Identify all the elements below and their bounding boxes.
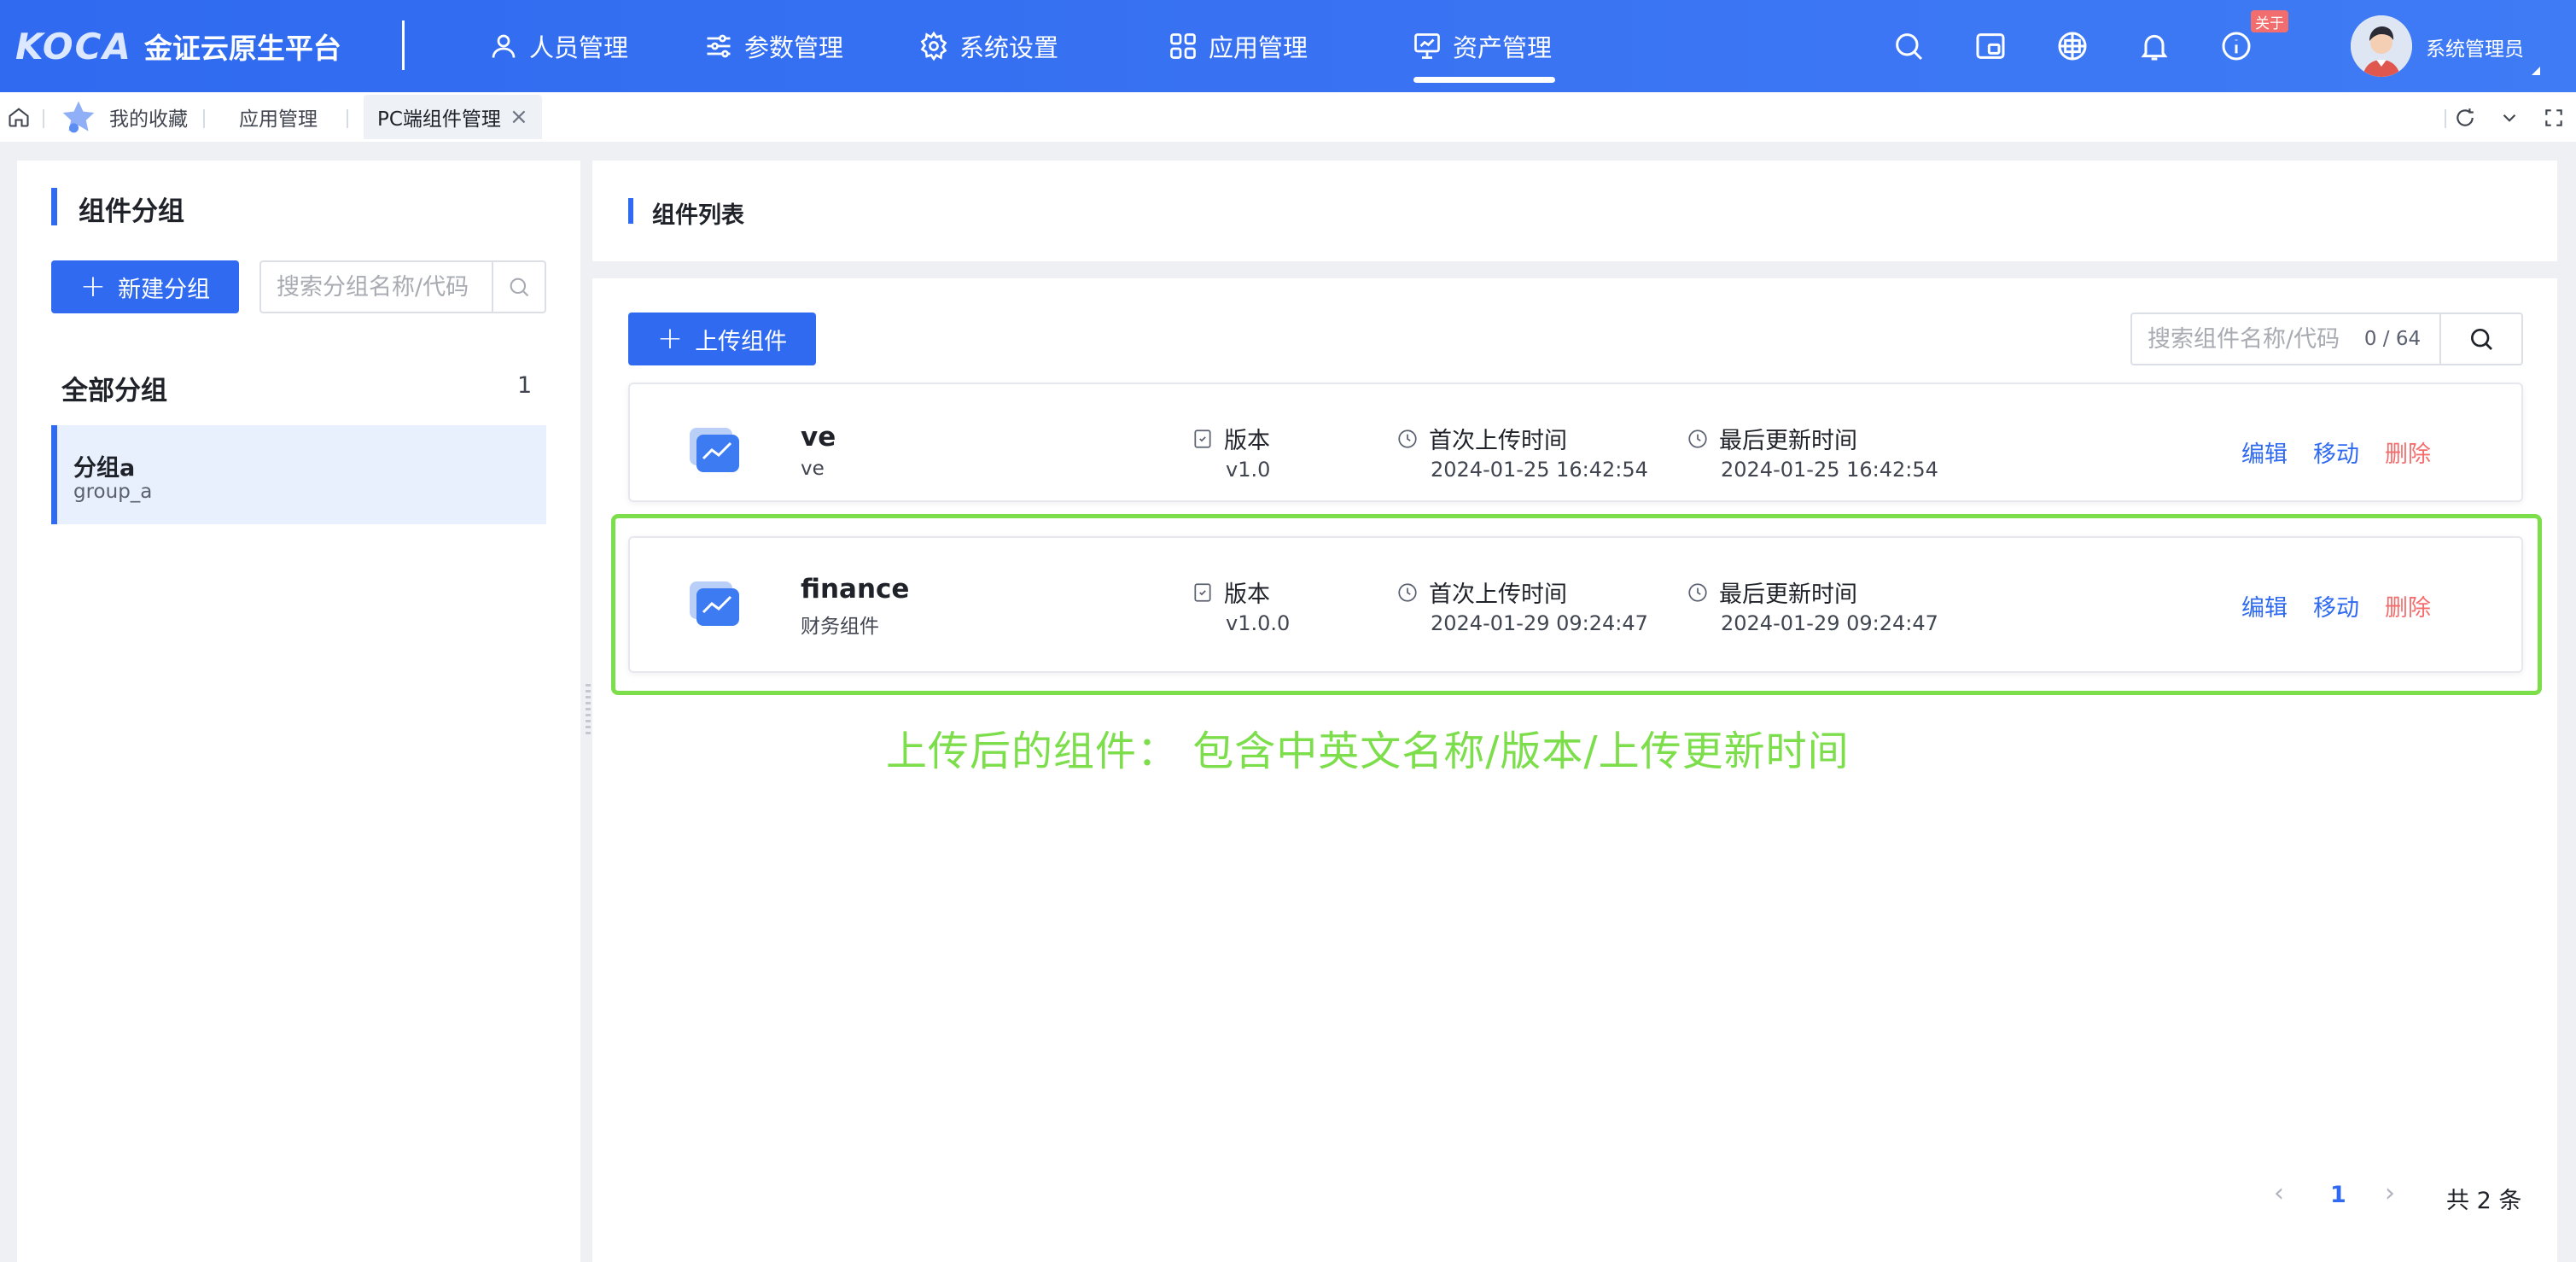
logo-mark: KOCA [15,25,132,67]
prev-page-icon[interactable]: ‹ [2274,1178,2284,1208]
upload-component-button[interactable]: + 上传组件 [628,313,816,365]
group-panel [17,161,580,1262]
clock-icon [1398,429,1417,448]
bell-icon[interactable] [2137,29,2171,63]
tab-label: PC端组件管理 [377,108,501,131]
tab-divider [203,109,205,128]
version-label: 版本 [1192,422,1270,455]
nav-item-app-management[interactable]: 应用管理 [1168,0,1308,92]
component-search-input[interactable] [2132,314,2346,364]
annotation-text: 上传后的组件： 包含中英文名称/版本/上传更新时间 [886,727,1850,775]
title-accent [51,188,57,225]
fullscreen-icon[interactable] [2537,101,2571,135]
version-value: v1.0 [1226,458,1271,482]
nav-item-parameters[interactable]: 参数管理 [703,0,843,92]
search-icon[interactable] [492,262,545,312]
user-icon [492,34,516,58]
logo-divider [402,20,405,70]
tab-divider [2445,109,2446,128]
platform-name: 金证云原生平台 [143,32,341,65]
first-upload-label: 首次上传时间 [1396,422,1567,455]
nav-item-system-settings[interactable]: 系统设置 [918,0,1058,92]
globe-icon[interactable] [2055,29,2089,63]
title-accent [628,198,633,224]
first-upload-value: 2024-01-25 16:42:54 [1431,458,1648,482]
component-list-title: 组件列表 [652,202,744,229]
nav-label: 应用管理 [1209,33,1308,62]
search-char-counter: 0 / 64 [2363,328,2422,350]
plus-icon: + [656,321,684,356]
component-search-box: 0 / 64 [2130,313,2523,365]
nav-label: 系统设置 [959,33,1059,62]
all-groups-label[interactable]: 全部分组 [61,369,167,407]
tab-bar: 我的收藏 应用管理 PC端组件管理 × [0,92,2576,142]
last-update-label: 最后更新时间 [1687,422,1857,455]
tab-divider [43,109,44,128]
user-name[interactable]: 系统管理员 [2426,32,2524,61]
new-group-label: 新建分组 [118,276,211,303]
page-number-current[interactable]: 1 [2330,1182,2346,1208]
tab-label: 应用管理 [239,108,318,131]
avatar[interactable] [2351,15,2412,77]
upload-label: 上传组件 [695,328,788,355]
nav-label: 参数管理 [744,33,844,62]
all-groups-count: 1 [517,372,533,399]
move-button[interactable]: 移动 [2313,435,2359,469]
component-cn-name: ve [801,458,825,480]
last-update-value: 2024-01-25 16:42:54 [1721,458,1938,482]
delete-button[interactable]: 删除 [2385,435,2431,469]
window-icon[interactable] [1973,29,2008,63]
component-name: ve [801,422,836,453]
group-search-box [259,260,546,313]
refresh-icon[interactable] [2448,101,2482,135]
group-search-input[interactable] [261,262,492,312]
nav-item-personnel[interactable]: 人员管理 [488,0,628,92]
monitor-chart-icon [1414,33,1440,59]
group-panel-title: 组件分组 [79,196,184,227]
close-icon[interactable]: × [510,104,528,130]
info-icon[interactable] [2219,29,2253,63]
search-icon[interactable] [2439,314,2521,364]
annotation-highlight-box [611,514,2542,695]
grid-icon [1170,33,1196,59]
component-card[interactable] [628,383,2523,502]
about-badge[interactable]: 关于 [2251,10,2288,32]
top-navigation-bar: KOCA 金证云原生平台 人员管理 参数管理 系统设置 应用管理 资产管理 关于 [0,0,2576,92]
chevron-down-icon[interactable] [2492,101,2526,135]
user-menu-caret[interactable] [2532,67,2540,75]
file-icon [1194,429,1211,448]
nav-label: 资产管理 [1453,33,1553,62]
brand-logo[interactable]: KOCA 金证云原生平台 [15,19,341,73]
pagination-total: 共 2 条 [2446,1188,2522,1214]
next-page-icon[interactable]: › [2385,1178,2395,1208]
plus-icon: + [79,269,107,304]
panel-resize-handle[interactable] [586,683,591,734]
clock-icon [1688,429,1707,448]
tab-divider [347,109,348,128]
tab-favorites[interactable]: 我的收藏 [60,92,188,142]
group-code: group_a [73,481,153,503]
new-group-button[interactable]: + 新建分组 [51,260,239,313]
component-list-header [592,161,2557,261]
group-name: 分组a [73,455,136,482]
tab-pc-component-management[interactable]: PC端组件管理 × [364,95,542,139]
tab-label: 我的收藏 [109,108,188,131]
nav-active-indicator [1413,77,1555,83]
star-icon [62,101,95,133]
edit-button[interactable]: 编辑 [2241,435,2288,469]
tab-app-management[interactable]: 应用管理 [239,92,318,142]
sliders-icon [707,34,731,58]
home-icon[interactable] [7,92,31,142]
component-chart-icon [686,423,743,479]
gear-icon [920,31,947,61]
search-icon[interactable] [1891,29,1926,63]
nav-label: 人员管理 [529,33,629,62]
